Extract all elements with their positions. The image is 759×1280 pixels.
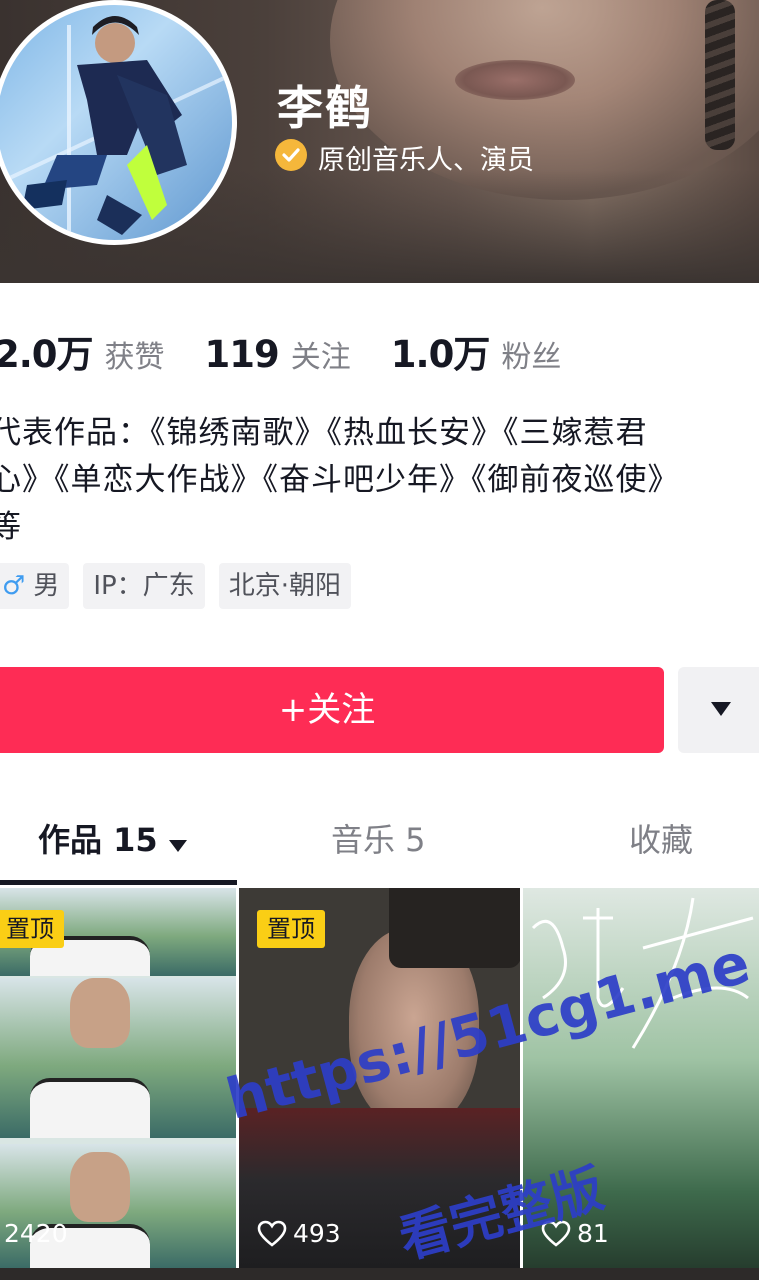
gender-text: 男 — [33, 571, 60, 601]
tab-underline — [0, 880, 237, 885]
verified-text: 原创音乐人、演员 — [318, 145, 534, 176]
thumbnail-shirt — [30, 1078, 150, 1138]
bio-line: 代表作品：《锦绣南歌》《热血长安》《三嫁惹君 — [0, 415, 648, 451]
heart-icon — [257, 1220, 287, 1247]
bio-line: 心》《单恋大作战》《奋斗吧少年》《御前夜巡使》 — [0, 462, 680, 498]
tab-works[interactable]: 作品 15 — [38, 815, 188, 861]
caret-down-icon — [168, 823, 188, 861]
likes-label[interactable]: 获赞 — [105, 332, 165, 376]
verified-check-icon — [275, 139, 307, 171]
follow-button[interactable]: +关注 — [0, 667, 664, 753]
video-thumbnail[interactable]: 置顶 2420 — [0, 888, 236, 1268]
banner-photo-detail — [455, 60, 575, 100]
more-options-button[interactable] — [678, 667, 759, 753]
like-count-value: 493 — [293, 1219, 341, 1248]
thumbnail-face — [70, 978, 130, 1048]
thumbnail-frame — [0, 978, 236, 1138]
thumbnail-hat — [389, 888, 520, 968]
followers-count[interactable]: 1.0万 — [391, 324, 491, 378]
like-count-value: 2420 — [4, 1219, 68, 1248]
like-count: 2420 — [4, 1219, 68, 1248]
next-row-thumbnails — [0, 1268, 759, 1280]
thumbnail-face — [70, 1152, 130, 1222]
profile-tags: ♂ 男 IP：广东 北京·朝阳 — [0, 563, 351, 609]
thumbnail-frame — [0, 1144, 236, 1268]
like-count: 493 — [257, 1219, 341, 1248]
caret-down-icon — [711, 702, 731, 716]
tab-music[interactable]: 音乐 5 — [331, 815, 426, 861]
followers-label[interactable]: 粉丝 — [501, 332, 561, 376]
profile-name: 李鹤 — [277, 81, 373, 135]
gender-tag: ♂ 男 — [0, 563, 70, 609]
following-count[interactable]: 119 — [205, 333, 280, 376]
profile-stats: 2.0万 获赞 119 关注 1.0万 粉丝 — [0, 324, 561, 376]
pinned-badge: 置顶 — [0, 910, 64, 948]
banner-photo-braid — [705, 0, 735, 150]
male-icon: ♂ — [2, 571, 26, 601]
bio-line: 等 — [0, 509, 22, 545]
ip-tag: IP：广东 — [83, 563, 205, 609]
profile-bio: 代表作品：《锦绣南歌》《热血长安》《三嫁惹君 心》《单恋大作战》《奋斗吧少年》《… — [0, 410, 750, 551]
following-label[interactable]: 关注 — [291, 332, 351, 376]
pinned-badge: 置顶 — [257, 910, 325, 948]
tab-works-label: 作品 15 — [38, 821, 158, 859]
location-tag: 北京·朝阳 — [218, 563, 351, 609]
tab-favorites[interactable]: 收藏 — [629, 815, 693, 861]
avatar[interactable] — [0, 0, 237, 245]
likes-count[interactable]: 2.0万 — [0, 324, 94, 378]
